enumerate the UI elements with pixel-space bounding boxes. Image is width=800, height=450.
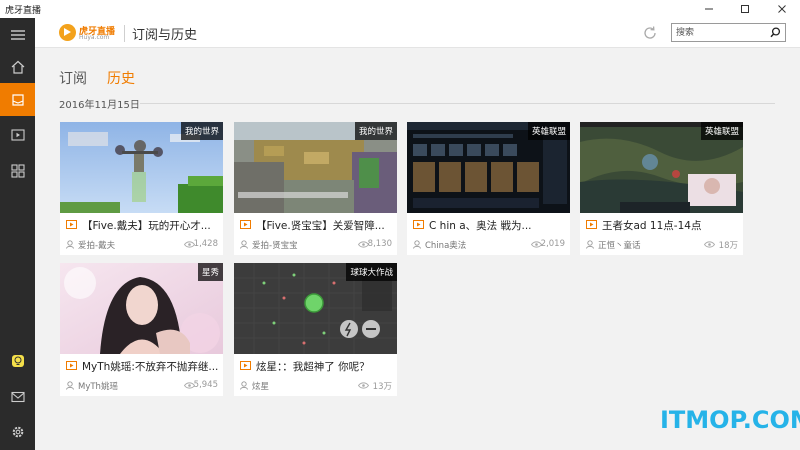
- category-badge: 我的世界: [354, 122, 397, 140]
- user-icon: [66, 381, 74, 390]
- video-icon: [10, 128, 25, 141]
- maximize-icon: [741, 5, 749, 13]
- minimize-button[interactable]: [691, 0, 727, 18]
- view-count: 5,945: [193, 380, 218, 390]
- video-author: 正恒丶童话: [598, 241, 641, 251]
- video-title: 王者女ad 11点-14点: [602, 220, 702, 232]
- video-title: MyTh姚瑶:不放弃不抛弃继...: [82, 361, 218, 373]
- logo-domain: Huya.com: [79, 34, 110, 41]
- view-count: 8,130: [367, 239, 392, 249]
- category-badge: 英雄联盟: [700, 122, 743, 140]
- view-count: 2,019: [540, 239, 565, 249]
- video-title: 炫星：：我超神了 你呢？: [256, 361, 370, 373]
- menu-icon: [10, 29, 25, 40]
- close-button[interactable]: [764, 0, 800, 18]
- refresh-button[interactable]: [641, 24, 659, 42]
- video-card[interactable]: 英雄联盟 王者女ad 11点-14点 正恒丶童话 18万: [580, 122, 743, 255]
- video-title: 【Five.戴夫】玩的开心才...: [82, 220, 211, 232]
- bulb-icon: [11, 354, 24, 367]
- user-icon: [66, 240, 74, 249]
- video-card[interactable]: 我的世界 【Five.戴夫】玩的开心才... 爱拍-戴夫 1,428: [60, 122, 223, 255]
- gear-icon: [12, 426, 23, 437]
- video-play-icon: [240, 220, 251, 229]
- video-author: 爱拍-贤宝宝: [252, 241, 298, 251]
- header-divider: [124, 25, 125, 42]
- header: 虎牙直播 Huya.com 订阅与历史: [35, 18, 800, 48]
- category-badge: 球球大作战: [346, 263, 397, 281]
- home-icon: [11, 60, 24, 74]
- video-thumbnail: 英雄联盟: [407, 122, 570, 213]
- video-author: MyTh姚瑶: [78, 382, 118, 392]
- video-card[interactable]: 球球大作战 炫星：：我超神了 你呢？ 炫星 13万: [234, 263, 397, 396]
- sidebar-item-tips[interactable]: [0, 344, 35, 377]
- category-badge: 星秀: [197, 263, 223, 281]
- huya-logo[interactable]: 虎牙直播 Huya.com: [59, 24, 115, 42]
- window-title: 虎牙直播: [5, 6, 42, 16]
- sidebar-item-home[interactable]: [0, 50, 35, 83]
- video-play-icon: [240, 361, 251, 370]
- video-thumbnail: 星秀: [60, 263, 223, 354]
- site-watermark: ITMOP.COM: [660, 406, 800, 434]
- view-count: 18万: [718, 241, 738, 251]
- history-date: 2016年11月15日: [59, 100, 140, 111]
- video-play-icon: [66, 361, 77, 370]
- video-thumbnail: 球球大作战: [234, 263, 397, 354]
- mail-icon: [10, 391, 25, 402]
- user-icon: [413, 240, 421, 249]
- title-bar: 虎牙直播: [0, 0, 800, 18]
- sidebar-menu-button[interactable]: [0, 18, 35, 51]
- video-author: 炫星: [252, 382, 270, 392]
- sidebar-item-messages[interactable]: [0, 380, 35, 413]
- views-eye-icon: [358, 382, 369, 389]
- search-box[interactable]: [671, 23, 786, 42]
- user-icon: [240, 240, 248, 249]
- video-author: 爱拍-戴夫: [78, 241, 116, 251]
- category-badge: 我的世界: [180, 122, 223, 140]
- category-badge: 英雄联盟: [527, 122, 570, 140]
- sidebar-item-videos[interactable]: [0, 118, 35, 151]
- video-play-icon: [413, 220, 424, 229]
- grid-icon: [10, 163, 25, 178]
- sidebar-item-settings[interactable]: [0, 415, 35, 448]
- refresh-icon: [644, 26, 656, 39]
- date-divider: [140, 103, 775, 104]
- close-icon: [778, 5, 786, 13]
- sidebar-item-categories[interactable]: [0, 154, 35, 187]
- video-thumbnail: 我的世界: [234, 122, 397, 213]
- main-content: 订阅 历史 2016年11月15日 我的世界 【Five.戴夫】玩的开心才...…: [35, 48, 800, 450]
- maximize-button[interactable]: [727, 0, 763, 18]
- video-title: C hin a、奥法 戦为...: [429, 220, 532, 232]
- video-author: China奥法: [425, 241, 467, 251]
- video-play-icon: [66, 220, 77, 229]
- video-card[interactable]: 英雄联盟 C hin a、奥法 戦为... China奥法 2,019: [407, 122, 570, 255]
- video-card[interactable]: 星秀 MyTh姚瑶:不放弃不抛弃继... MyTh姚瑶 5,945: [60, 263, 223, 396]
- user-icon: [586, 240, 594, 249]
- minimize-icon: [705, 8, 713, 10]
- video-play-icon: [586, 220, 597, 229]
- sidebar-item-subscriptions[interactable]: [0, 83, 35, 116]
- views-eye-icon: [704, 241, 715, 248]
- video-thumbnail: 我的世界: [60, 122, 223, 213]
- search-icon[interactable]: [770, 27, 781, 38]
- tab-history[interactable]: 历史: [107, 68, 135, 88]
- view-count: 13万: [372, 382, 392, 392]
- video-thumbnail: 英雄联盟: [580, 122, 743, 213]
- view-count: 1,428: [193, 239, 218, 249]
- tab-subscriptions[interactable]: 订阅: [59, 68, 87, 88]
- video-card[interactable]: 我的世界 【Five.贤宝宝】关爱智障... 爱拍-贤宝宝 8,130: [234, 122, 397, 255]
- video-title: 【Five.贤宝宝】关爱智障...: [256, 220, 385, 232]
- sidebar: [0, 18, 35, 450]
- bookmark-icon: [11, 93, 24, 106]
- search-input[interactable]: [676, 26, 766, 39]
- logo-play-icon: [59, 24, 76, 41]
- user-icon: [240, 381, 248, 390]
- page-title: 订阅与历史: [132, 28, 198, 43]
